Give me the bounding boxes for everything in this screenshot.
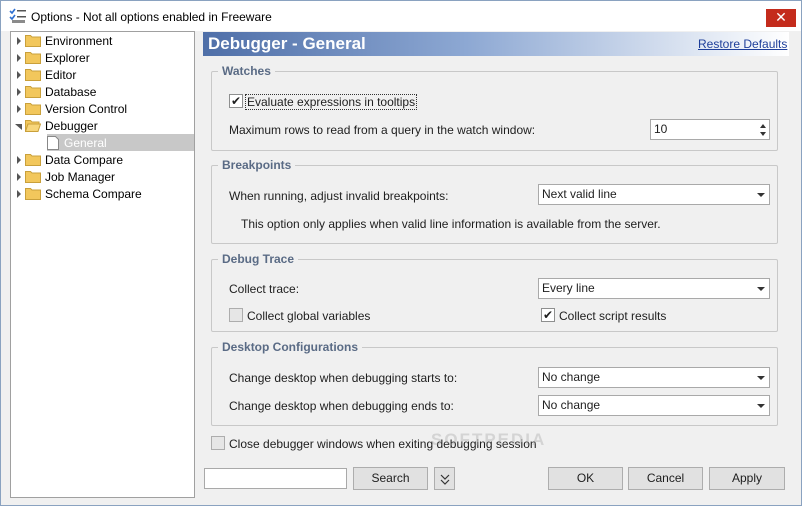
title-bar[interactable]: Options - Not all options enabled in Fre… bbox=[1, 1, 801, 31]
desktop-ends-select[interactable]: No change bbox=[538, 395, 770, 416]
expand-search-button[interactable] bbox=[434, 467, 455, 490]
spin-down-icon[interactable] bbox=[760, 132, 766, 136]
document-icon bbox=[47, 135, 59, 150]
tree-item-data-compare[interactable]: Data Compare bbox=[13, 151, 123, 168]
tree-item-label: Database bbox=[45, 84, 97, 99]
close-icon: ✕ bbox=[775, 10, 787, 26]
tree-item-schema-compare[interactable]: Schema Compare bbox=[13, 185, 142, 202]
tree-item-general[interactable]: General bbox=[47, 134, 194, 151]
expand-arrow-icon[interactable] bbox=[13, 100, 25, 117]
close-debugger-windows-checkbox[interactable] bbox=[211, 436, 225, 450]
chevron-down-icon bbox=[757, 287, 765, 291]
adjust-breakpoints-select[interactable]: Next valid line bbox=[538, 184, 770, 205]
apply-button[interactable]: Apply bbox=[709, 467, 785, 490]
ok-button[interactable]: OK bbox=[548, 467, 623, 490]
tree-item-label: Editor bbox=[45, 67, 77, 82]
watches-group-label: Watches bbox=[218, 64, 275, 78]
folder-icon bbox=[25, 86, 41, 98]
folder-icon bbox=[25, 188, 41, 200]
tree-item-label: Schema Compare bbox=[45, 186, 142, 201]
tree-item-database[interactable]: Database bbox=[13, 83, 96, 100]
expand-arrow-icon[interactable] bbox=[13, 185, 25, 202]
search-input[interactable] bbox=[204, 468, 347, 489]
double-chevron-down-icon bbox=[440, 474, 449, 485]
tree-item-environment[interactable]: Environment bbox=[13, 32, 112, 49]
collect-trace-label: Collect trace: bbox=[229, 282, 300, 296]
expand-arrow-icon[interactable] bbox=[13, 32, 25, 49]
collapse-arrow-icon[interactable] bbox=[13, 117, 25, 134]
expand-arrow-icon[interactable] bbox=[13, 83, 25, 100]
desktop-ends-value: No change bbox=[542, 398, 601, 412]
tree-item-label: Environment bbox=[45, 33, 113, 48]
desktop-starts-label: Change desktop when debugging starts to: bbox=[229, 371, 458, 385]
desktop-ends-label: Change desktop when debugging ends to: bbox=[229, 399, 454, 413]
checkmark-icon: ✔ bbox=[542, 308, 554, 322]
close-button[interactable]: ✕ bbox=[766, 9, 796, 27]
desktop-starts-select[interactable]: No change bbox=[538, 367, 770, 388]
folder-icon bbox=[25, 52, 41, 64]
folder-icon bbox=[25, 154, 41, 166]
max-rows-stepper[interactable]: 10 bbox=[650, 119, 770, 140]
options-window: Options - Not all options enabled in Fre… bbox=[0, 0, 802, 506]
options-tree[interactable]: Environment Explorer Editor Database Ver… bbox=[10, 31, 195, 498]
watermark: SOFTPEDIA bbox=[431, 430, 547, 449]
breakpoints-note: This option only applies when valid line… bbox=[241, 217, 661, 231]
cancel-button[interactable]: Cancel bbox=[628, 467, 703, 490]
collect-global-vars-label: Collect global variables bbox=[247, 309, 371, 323]
breakpoints-group-label: Breakpoints bbox=[218, 158, 296, 172]
collect-trace-value: Every line bbox=[542, 281, 595, 295]
collect-script-results-checkbox[interactable]: ✔ bbox=[541, 308, 555, 322]
restore-defaults-link[interactable]: Restore Defaults bbox=[698, 37, 787, 51]
collect-script-results-label: Collect script results bbox=[559, 309, 667, 323]
desktop-starts-value: No change bbox=[542, 370, 601, 384]
folder-icon bbox=[25, 171, 41, 183]
tree-item-label: General bbox=[64, 135, 107, 150]
search-button[interactable]: Search bbox=[353, 467, 428, 490]
eval-tooltips-label[interactable]: Evaluate expressions in tooltips bbox=[245, 94, 418, 110]
adjust-breakpoints-label: When running, adjust invalid breakpoints… bbox=[229, 189, 449, 203]
tree-item-label: Data Compare bbox=[45, 152, 124, 167]
tree-item-label: Version Control bbox=[45, 101, 128, 116]
page-title: Debugger - General bbox=[208, 34, 366, 53]
options-app-icon bbox=[9, 8, 26, 23]
collect-trace-select[interactable]: Every line bbox=[538, 278, 770, 299]
debug-trace-group-label: Debug Trace bbox=[218, 252, 299, 266]
chevron-down-icon bbox=[757, 376, 765, 380]
tree-item-explorer[interactable]: Explorer bbox=[13, 49, 90, 66]
chevron-down-icon bbox=[757, 193, 765, 197]
tree-item-editor[interactable]: Editor bbox=[13, 66, 76, 83]
checkmark-icon: ✔ bbox=[230, 94, 242, 108]
tree-item-version-control[interactable]: Version Control bbox=[13, 100, 127, 117]
collect-global-vars-checkbox[interactable] bbox=[229, 308, 243, 322]
expand-arrow-icon[interactable] bbox=[13, 49, 25, 66]
tree-item-job-manager[interactable]: Job Manager bbox=[13, 168, 115, 185]
tree-item-label: Explorer bbox=[45, 50, 90, 65]
folder-icon bbox=[25, 103, 41, 115]
spin-up-icon[interactable] bbox=[760, 124, 766, 128]
expand-arrow-icon[interactable] bbox=[13, 151, 25, 168]
expand-arrow-icon[interactable] bbox=[13, 66, 25, 83]
window-title: Options - Not all options enabled in Fre… bbox=[31, 10, 272, 24]
max-rows-value: 10 bbox=[654, 122, 668, 136]
chevron-down-icon bbox=[757, 404, 765, 408]
eval-tooltips-checkbox[interactable]: ✔ bbox=[229, 94, 243, 108]
folder-icon bbox=[25, 35, 41, 47]
folder-icon bbox=[25, 69, 41, 81]
adjust-breakpoints-value: Next valid line bbox=[542, 187, 617, 201]
tree-item-debugger[interactable]: Debugger bbox=[13, 117, 98, 134]
max-rows-label: Maximum rows to read from a query in the… bbox=[229, 123, 536, 137]
desktop-config-group-label: Desktop Configurations bbox=[218, 340, 363, 354]
tree-item-label: Debugger bbox=[45, 118, 98, 133]
tree-item-label: Job Manager bbox=[45, 169, 116, 184]
expand-arrow-icon[interactable] bbox=[13, 168, 25, 185]
open-folder-icon bbox=[25, 120, 41, 132]
